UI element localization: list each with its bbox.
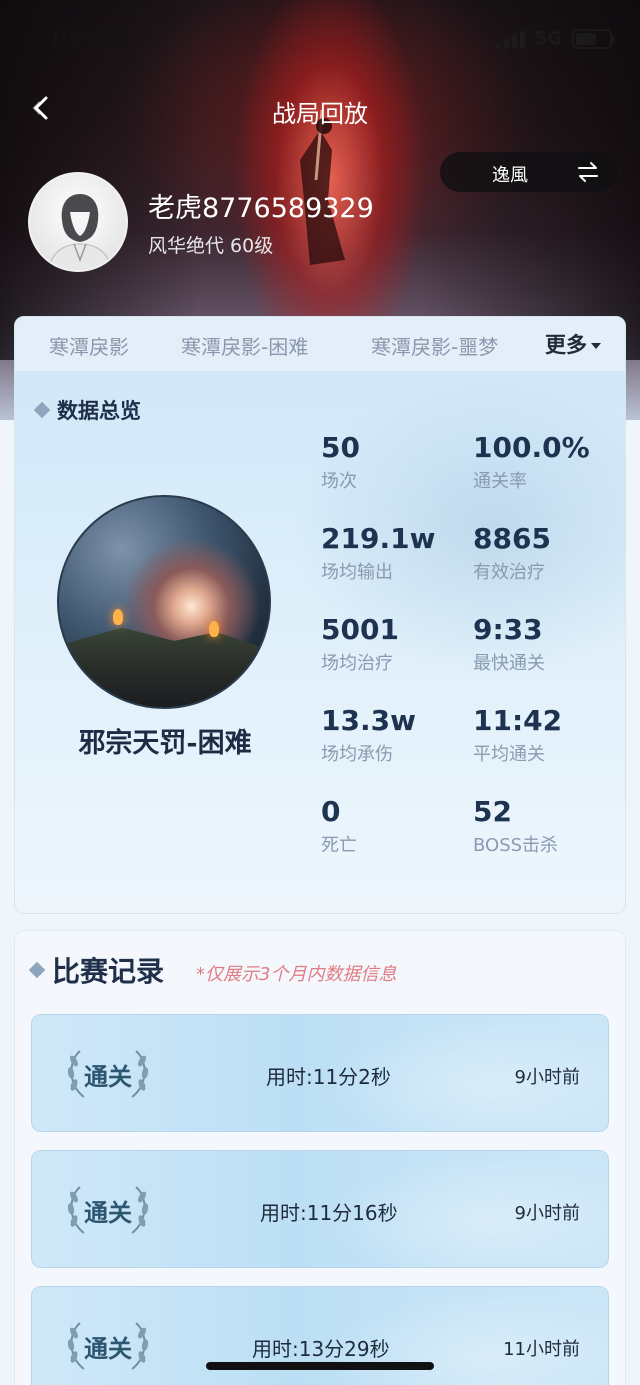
player-level: 风华绝代 60级 — [148, 235, 274, 257]
server-switch-button[interactable]: 逸風 — [440, 152, 618, 192]
status-bar: 09:19 5G — [0, 0, 640, 80]
record-time-ago: 11小时前 — [503, 1339, 580, 1360]
records-title-text: 比赛记录 — [52, 955, 165, 988]
dungeon-ground — [59, 627, 269, 707]
swap-icon — [578, 162, 598, 182]
stat-value: 50 — [321, 431, 360, 464]
stat-label: 场次 — [321, 471, 357, 492]
records-note: *仅展示3个月内数据信息 — [196, 964, 397, 985]
stat-label: 有效治疗 — [473, 562, 545, 583]
records-section-title: 比赛记录 — [28, 950, 165, 990]
stat-fastest-clear: 9:33 最快通关 — [473, 613, 545, 675]
record-duration: 用时:11分16秒 — [260, 1201, 398, 1225]
tab-more-dropdown[interactable]: 更多 — [545, 329, 601, 359]
torch-icon — [113, 609, 123, 625]
stat-label: 死亡 — [321, 835, 357, 856]
dungeon-name: 邪宗天罚-困难 — [78, 728, 252, 759]
stat-effective-heal: 8865 有效治疗 — [473, 522, 551, 584]
stat-avg-damage: 219.1w 场均输出 — [321, 522, 435, 584]
diamond-icon — [33, 401, 51, 419]
stat-label: 通关率 — [473, 471, 527, 492]
stat-value: 52 — [473, 795, 512, 828]
record-result: 通关 — [84, 1334, 132, 1363]
server-name: 逸風 — [492, 165, 528, 186]
status-indicators: 5G — [495, 28, 615, 49]
record-result: 通关 — [84, 1198, 132, 1227]
stat-clear-rate: 100.0% 通关率 — [473, 431, 590, 493]
home-indicator[interactable] — [206, 1362, 434, 1370]
stat-label: 最快通关 — [473, 653, 545, 674]
overview-section-title: 数据总览 — [33, 395, 141, 425]
stat-label: 场均治疗 — [321, 653, 393, 674]
tab-hantan[interactable]: 寒潭戾影 — [49, 331, 129, 360]
dungeon-tabs: 寒潭戾影 寒潭戾影-困难 寒潭戾影-噩梦 更多 — [15, 317, 625, 371]
record-row[interactable]: 通关 用时:11分2秒 9小时前 — [31, 1014, 609, 1132]
stat-value: 219.1w — [321, 522, 436, 555]
avatar-silhouette-icon — [48, 194, 112, 270]
stat-value: 0 — [321, 795, 341, 828]
stat-avg-heal: 5001 场均治疗 — [321, 613, 399, 675]
stat-value: 13.3w — [321, 704, 416, 737]
stat-label: 场均输出 — [321, 562, 393, 583]
chevron-down-icon — [591, 342, 601, 349]
stat-label: 平均通关 — [473, 744, 545, 765]
stat-value: 8865 — [473, 522, 551, 555]
player-name: 老虎8776589329 — [148, 193, 374, 224]
stat-label: 场均承伤 — [321, 744, 393, 765]
data-overview-card: 寒潭戾影 寒潭戾影-困难 寒潭戾影-噩梦 更多 数据总览 邪宗天罚-困难 50 … — [14, 316, 626, 914]
record-time-ago: 9小时前 — [514, 1067, 580, 1088]
record-time-ago: 9小时前 — [514, 1203, 580, 1224]
tab-hantan-hard[interactable]: 寒潭戾影-困难 — [181, 331, 308, 360]
stat-value: 5001 — [321, 613, 399, 646]
record-row[interactable]: 通关 用时:13分29秒 11小时前 — [31, 1286, 609, 1385]
overview-title-text: 数据总览 — [57, 398, 141, 423]
stat-boss-kills: 52 BOSS击杀 — [473, 795, 558, 857]
status-time: 09:19 — [52, 26, 129, 54]
stat-label: BOSS击杀 — [473, 835, 559, 856]
dungeon-image — [57, 495, 271, 709]
battery-icon — [572, 28, 615, 49]
page-title: 战局回放 — [272, 100, 368, 128]
record-duration: 用时:11分2秒 — [266, 1065, 391, 1089]
record-row[interactable]: 通关 用时:11分16秒 9小时前 — [31, 1150, 609, 1268]
stat-avg-damage-taken: 13.3w 场均承伤 — [321, 704, 416, 766]
stat-value: 100.0% — [473, 431, 590, 464]
stat-deaths: 0 死亡 — [321, 795, 357, 857]
network-type: 5G — [534, 28, 562, 49]
diamond-icon — [28, 961, 46, 979]
record-result: 通关 — [84, 1062, 132, 1091]
stat-value: 9:33 — [473, 613, 543, 646]
stat-value: 11:42 — [473, 704, 563, 737]
torch-icon — [209, 621, 219, 637]
tab-hantan-nightmare[interactable]: 寒潭戾影-噩梦 — [371, 331, 498, 360]
stat-avg-clear: 11:42 平均通关 — [473, 704, 562, 766]
record-duration: 用时:13分29秒 — [252, 1337, 390, 1361]
avatar[interactable] — [28, 172, 128, 272]
signal-icon — [495, 29, 525, 49]
tab-more-label: 更多 — [545, 333, 587, 357]
stat-matches: 50 场次 — [321, 431, 360, 493]
